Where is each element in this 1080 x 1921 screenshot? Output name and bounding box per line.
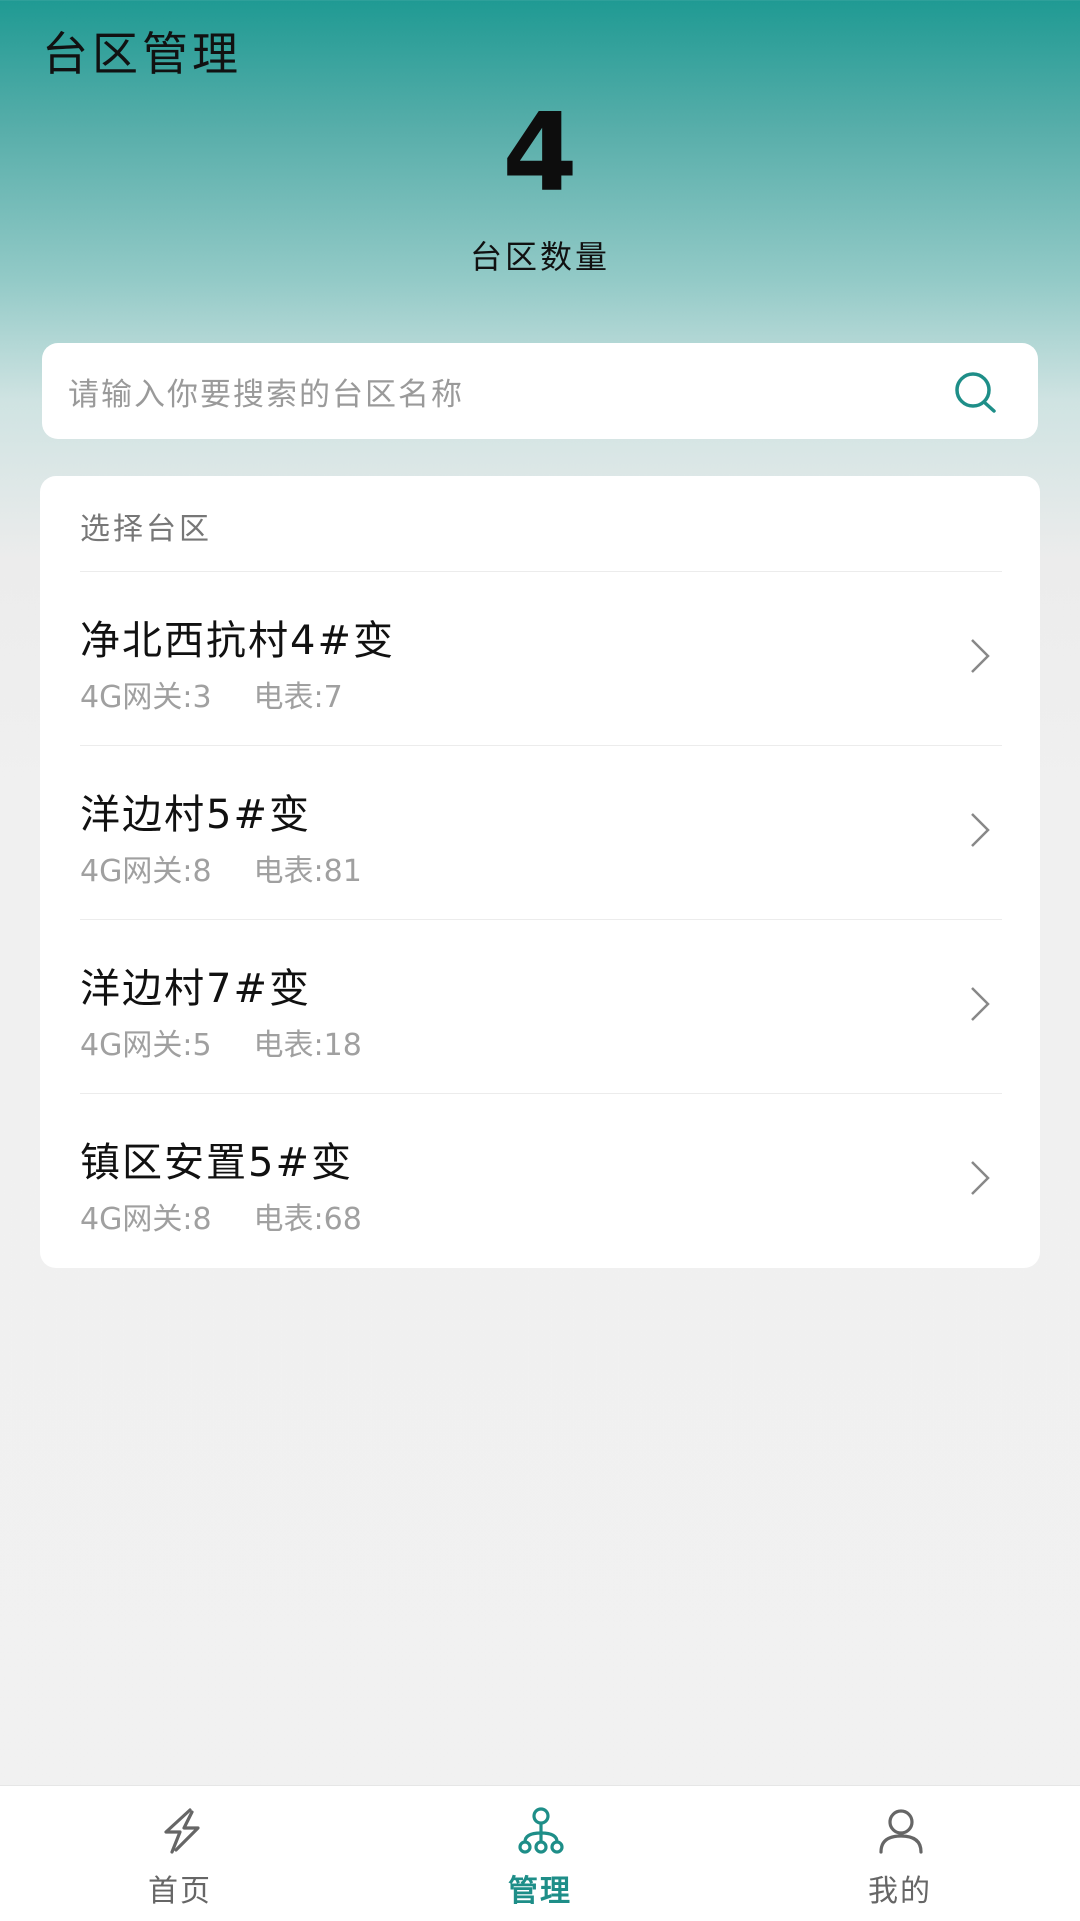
chevron-right-icon bbox=[971, 813, 990, 847]
list-heading: 选择台区 bbox=[80, 512, 212, 547]
search-input[interactable]: 请输入你要搜索的台区名称 bbox=[68, 369, 464, 414]
tab-manage[interactable]: 管理 bbox=[460, 1786, 620, 1921]
station-stats: 4G网关:3 电表:7 bbox=[80, 672, 343, 716]
station-row-1[interactable]: 净北西抗村4#变 4G网关:3 电表:7 bbox=[80, 571, 1002, 746]
tab-profile-label: 我的 bbox=[868, 1874, 932, 1909]
station-row-3[interactable]: 洋边村7#变 4G网关:5 电表:18 bbox=[80, 919, 1002, 1094]
station-row-2[interactable]: 洋边村5#变 4G网关:8 电表:81 bbox=[80, 745, 1002, 920]
station-list-card: 选择台区 净北西抗村4#变 4G网关:3 电表:7 洋边村5#变 4G网关:8 电表… bbox=[40, 476, 1040, 1268]
gateway-count: 4G网关:8 bbox=[80, 854, 212, 889]
station-count-label: 台区数量 bbox=[469, 238, 610, 276]
station-name: 洋边村7#变 bbox=[80, 966, 311, 1012]
lightning-icon bbox=[164, 1808, 200, 1854]
bottom-tab-bar: 首页 管理 我的 bbox=[0, 1785, 1080, 1921]
station-stats: 4G网关:5 电表:18 bbox=[80, 1020, 362, 1064]
chevron-right-icon bbox=[971, 639, 990, 673]
page-title: 台区管理 bbox=[42, 27, 242, 81]
meter-count: 电表:81 bbox=[253, 854, 362, 889]
station-count: 4 bbox=[502, 91, 578, 216]
tab-home[interactable]: 首页 bbox=[100, 1786, 260, 1921]
meter-count: 电表:7 bbox=[253, 680, 343, 715]
search-bar[interactable]: 请输入你要搜索的台区名称 bbox=[42, 343, 1038, 439]
tab-home-label: 首页 bbox=[148, 1874, 212, 1909]
station-stats: 4G网关:8 电表:68 bbox=[80, 1194, 362, 1238]
user-icon bbox=[879, 1809, 923, 1854]
hierarchy-icon bbox=[518, 1807, 564, 1854]
station-name: 洋边村5#变 bbox=[80, 792, 311, 838]
station-name: 净北西抗村4#变 bbox=[80, 618, 395, 664]
station-name: 镇区安置5#变 bbox=[80, 1140, 353, 1186]
gateway-count: 4G网关:3 bbox=[80, 680, 212, 715]
gateway-count: 4G网关:8 bbox=[80, 1202, 212, 1237]
search-icon[interactable] bbox=[952, 369, 998, 415]
meter-count: 电表:68 bbox=[253, 1202, 362, 1237]
tab-profile[interactable]: 我的 bbox=[820, 1786, 980, 1921]
station-row-4[interactable]: 镇区安置5#变 4G网关:8 电表:68 bbox=[80, 1093, 1002, 1268]
station-stats: 4G网关:8 电表:81 bbox=[80, 846, 362, 890]
gateway-count: 4G网关:5 bbox=[80, 1028, 212, 1063]
meter-count: 电表:18 bbox=[253, 1028, 362, 1063]
chevron-right-icon bbox=[971, 987, 990, 1021]
tab-manage-label: 管理 bbox=[508, 1874, 572, 1909]
chevron-right-icon bbox=[971, 1161, 990, 1195]
